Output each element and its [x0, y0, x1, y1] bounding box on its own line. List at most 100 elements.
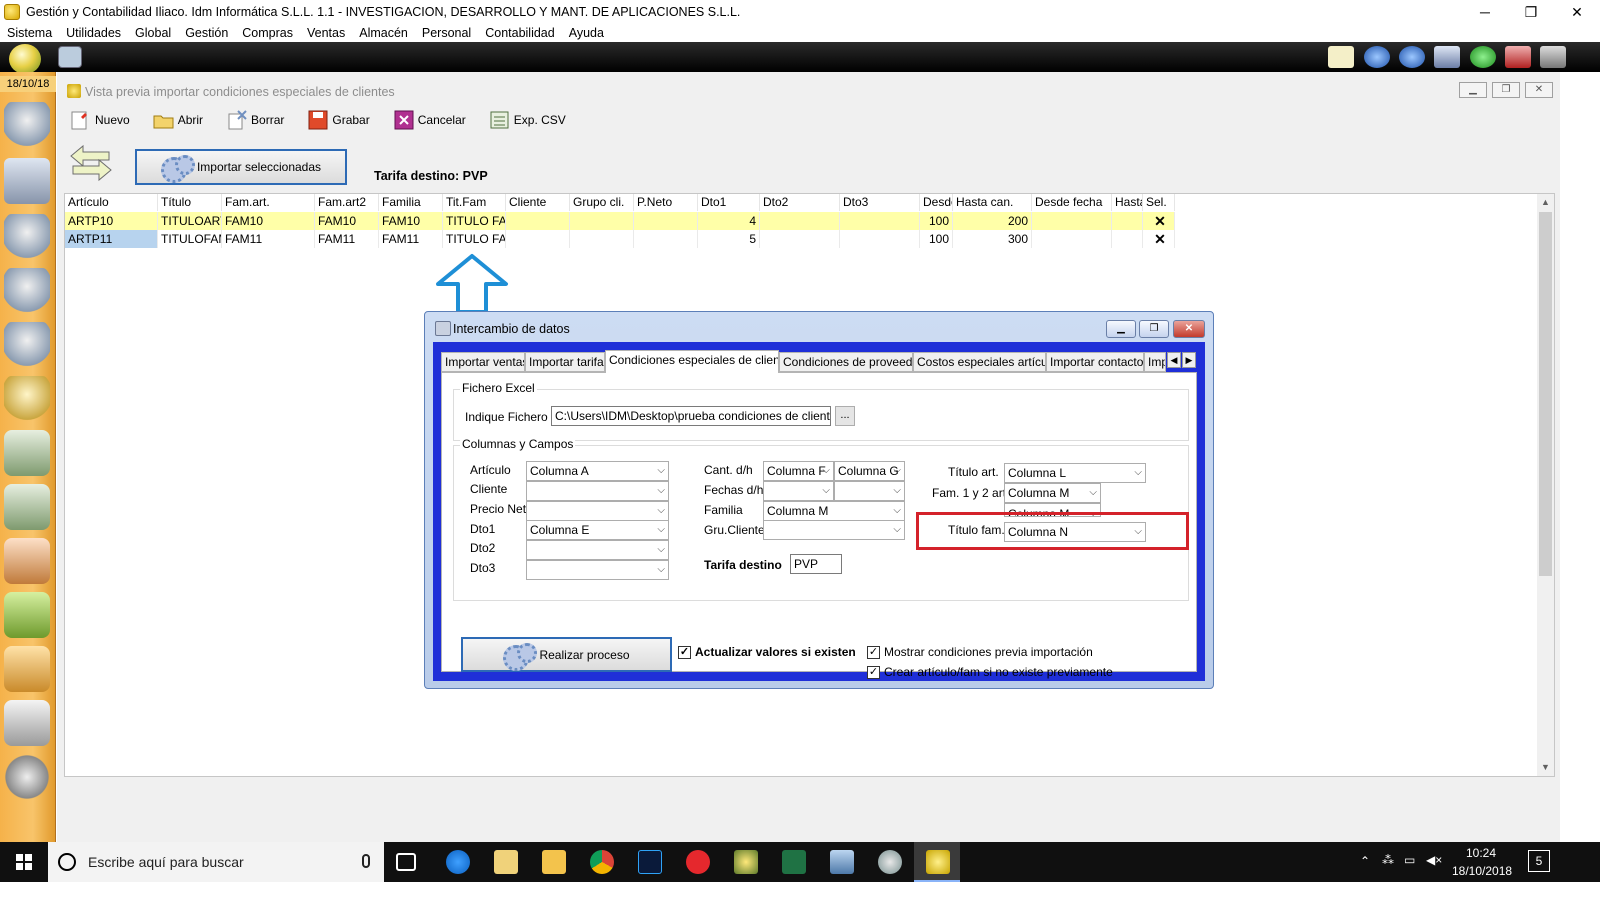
user-icon[interactable] — [4, 214, 50, 260]
tarifa-destino-input[interactable]: PVP — [790, 554, 842, 574]
scroll-down-icon[interactable]: ▼ — [1537, 759, 1554, 776]
back-nav-icon[interactable] — [1364, 46, 1390, 68]
table-row[interactable]: ARTP11 TITULOFAM FAM11 FAM11 FAM11 TITUL… — [65, 230, 1175, 248]
menu-personal[interactable]: Personal — [422, 26, 471, 40]
minimize-button[interactable]: ─ — [1462, 0, 1508, 24]
col-hasta-can[interactable]: Hasta can. — [953, 194, 1032, 211]
tab-condiciones-proveedor[interactable]: Condiciones de proveedor — [779, 352, 913, 372]
start-button[interactable] — [0, 842, 48, 882]
import-selected-button[interactable]: Importar seleccionadas — [135, 149, 347, 185]
close-child-icon[interactable] — [1505, 46, 1531, 68]
export-csv-button[interactable]: Exp. CSV — [488, 109, 566, 131]
table-row[interactable]: ARTP10 TITULOART FAM10 FAM10 FAM10 TITUL… — [65, 212, 1175, 230]
grid-vertical-scrollbar[interactable]: ▲ ▼ — [1537, 194, 1554, 776]
network-icon[interactable]: ▭ — [1404, 853, 1415, 867]
child-minimize-button[interactable]: ▁ — [1459, 82, 1487, 98]
menu-ventas[interactable]: Ventas — [307, 26, 345, 40]
tab-imp-overflow[interactable]: Imp — [1144, 352, 1166, 372]
delete-button[interactable]: Borrar — [225, 109, 284, 131]
file-explorer-icon[interactable] — [542, 850, 566, 874]
col-desde-fecha[interactable]: Desde fecha — [1032, 194, 1112, 211]
browse-button[interactable]: ... — [835, 406, 855, 426]
child-restore-button[interactable]: ❐ — [1492, 82, 1520, 98]
tab-scroll-right-icon[interactable]: ▶ — [1182, 352, 1196, 368]
gestion-app-icon[interactable] — [926, 850, 950, 874]
help-icon[interactable] — [1470, 46, 1496, 68]
dropbox-icon[interactable]: ⁂ — [1382, 853, 1394, 867]
cant-to-select[interactable]: Columna G ⌵ — [834, 461, 905, 481]
scroll-thumb[interactable] — [1539, 212, 1552, 576]
col-articulo[interactable]: Artículo — [65, 194, 158, 211]
col-fam-art[interactable]: Fam.art. — [222, 194, 315, 211]
menu-ayuda[interactable]: Ayuda — [569, 26, 604, 40]
fam1-select[interactable]: Columna M ⌵ — [1004, 483, 1101, 503]
menu-gestion[interactable]: Gestión — [185, 26, 228, 40]
clock-time[interactable]: 10:24 — [1466, 846, 1496, 860]
scroll-up-icon[interactable]: ▲ — [1537, 194, 1554, 211]
clients-icon[interactable] — [4, 102, 50, 148]
fechas-from-select[interactable]: ⌵ — [763, 481, 834, 501]
dto1-column-select[interactable]: Columna E ⌵ — [526, 520, 669, 540]
provider-icon[interactable] — [4, 268, 50, 314]
precio-neto-column-select[interactable]: ⌵ — [526, 501, 669, 521]
cell-sel-check[interactable]: ✕ — [1143, 230, 1175, 248]
edge-icon[interactable] — [446, 850, 470, 874]
tab-importar-tarifas[interactable]: Importar tarifas — [525, 352, 605, 372]
menu-utilidades[interactable]: Utilidades — [66, 26, 121, 40]
contacts-icon[interactable] — [4, 322, 50, 368]
shopping-bag-orange-icon[interactable] — [4, 646, 50, 692]
dialog-maximize-button[interactable]: ❐ — [1139, 320, 1169, 338]
tray-chevron-icon[interactable]: ⌃ — [1360, 854, 1370, 868]
devexpress-icon[interactable] — [686, 850, 710, 874]
home-orb-icon[interactable] — [9, 44, 41, 74]
maximize-button[interactable]: ❐ — [1508, 0, 1554, 24]
cancel-button[interactable]: Cancelar — [392, 109, 466, 131]
col-dto2[interactable]: Dto2 — [760, 194, 840, 211]
cant-from-select[interactable]: Columna F ⌵ — [763, 461, 834, 481]
col-familia[interactable]: Familia — [379, 194, 443, 211]
magic-tools-icon[interactable] — [4, 754, 50, 800]
cliente-column-select[interactable]: ⌵ — [526, 481, 669, 501]
dialog-close-button[interactable]: ✕ — [1173, 320, 1205, 338]
mostrar-condiciones-checkbox[interactable]: ✓ Mostrar condiciones previa importación — [867, 645, 1093, 659]
ledger-icon[interactable] — [4, 700, 50, 746]
mail-icon[interactable] — [1328, 46, 1354, 68]
tab-importar-ventas[interactable]: Importar ventas — [441, 352, 525, 372]
child-close-button[interactable]: ✕ — [1525, 82, 1553, 98]
actualizar-valores-checkbox[interactable]: ✓ Actualizar valores si existen — [678, 645, 856, 659]
close-button[interactable]: ✕ — [1554, 0, 1600, 24]
agents-icon[interactable] — [4, 376, 50, 422]
tab-importar-contactos[interactable]: Importar contactos — [1046, 352, 1144, 372]
dto3-column-select[interactable]: ⌵ — [526, 560, 669, 580]
tab-condiciones-clientes[interactable]: Condiciones especiales de clientes — [605, 350, 779, 373]
col-p-neto[interactable]: P.Neto — [634, 194, 698, 211]
menu-almacen[interactable]: Almacén — [359, 26, 408, 40]
invoice-client-icon[interactable] — [4, 538, 50, 584]
new-button[interactable]: Nuevo — [69, 109, 130, 131]
articulo-column-select[interactable]: Columna A ⌵ — [526, 461, 669, 481]
chrome-icon[interactable] — [590, 850, 614, 874]
fechas-to-select[interactable]: ⌵ — [834, 481, 905, 501]
dto2-column-select[interactable]: ⌵ — [526, 540, 669, 560]
menu-global[interactable]: Global — [135, 26, 171, 40]
col-desde[interactable]: Desde — [920, 194, 953, 211]
excel-icon[interactable] — [782, 850, 806, 874]
col-cliente[interactable]: Cliente — [506, 194, 570, 211]
col-hasta[interactable]: Hasta — [1112, 194, 1143, 211]
shopping-bag-green-icon[interactable] — [4, 592, 50, 638]
paint-icon[interactable] — [878, 850, 902, 874]
forward-nav-icon[interactable] — [1399, 46, 1425, 68]
invoice-icon[interactable] — [4, 484, 50, 530]
settings-icon[interactable] — [58, 46, 82, 68]
open-button[interactable]: Abrir — [152, 109, 203, 131]
menu-compras[interactable]: Compras — [242, 26, 293, 40]
exit-icon[interactable] — [1540, 46, 1566, 68]
taskbar-search[interactable]: Escribe aquí para buscar — [48, 842, 384, 882]
clock-date[interactable]: 18/10/2018 — [1452, 864, 1512, 878]
app-globe-icon[interactable] — [734, 850, 758, 874]
menu-contabilidad[interactable]: Contabilidad — [485, 26, 555, 40]
cell-sel-check[interactable]: ✕ — [1143, 212, 1175, 230]
tab-scroll-left-icon[interactable]: ◀ — [1167, 352, 1181, 368]
articles-icon[interactable] — [4, 158, 50, 204]
volume-icon[interactable]: ◀× — [1426, 853, 1442, 867]
